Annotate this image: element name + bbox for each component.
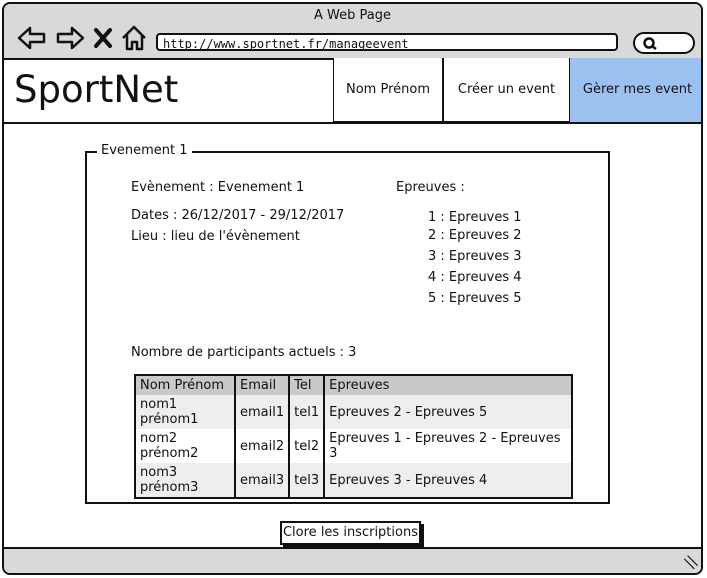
participants-count: Nombre de participants actuels : 3: [131, 345, 357, 360]
close-registrations-button[interactable]: Clore les inscriptions: [280, 521, 421, 545]
column-header: Nom Prénom: [135, 375, 236, 395]
nav-user[interactable]: Nom Prénom: [333, 58, 443, 122]
table-header-row: Nom Prénom Email Tel Epreuves: [135, 375, 573, 395]
table-cell: tel1: [289, 395, 326, 429]
resize-handle-icon[interactable]: ||: [681, 553, 699, 571]
search-box[interactable]: [633, 32, 695, 54]
browser-window: A Web Page http://www.sportnet.fr/manage…: [2, 2, 703, 575]
table-row: nom2 prénom2 email2 tel2 Epreuves 1 - Ep…: [135, 429, 573, 463]
url-bar[interactable]: http://www.sportnet.fr/manageevent: [156, 33, 618, 51]
epreuves-title: Epreuves :: [396, 180, 465, 195]
table-cell: nom3 prénom3: [135, 463, 236, 498]
search-icon: [643, 37, 657, 50]
table-cell: nom1 prénom1: [135, 395, 236, 429]
epreuve-item: 4 : Epreuves 4: [428, 270, 522, 285]
table-cell: Epreuves 1 - Epreuves 2 - Epreuves 3: [324, 429, 573, 463]
table-cell: email3: [235, 463, 291, 498]
table-cell: nom2 prénom2: [135, 429, 236, 463]
table-cell: Epreuves 3 - Epreuves 4: [324, 463, 573, 498]
participants-table: Nom Prénom Email Tel Epreuves nom1 préno…: [134, 374, 574, 499]
back-icon[interactable]: [16, 24, 48, 52]
column-header: Epreuves: [324, 375, 573, 395]
event-legend: Evenement 1: [97, 143, 192, 158]
table-cell: email1: [235, 395, 291, 429]
close-icon[interactable]: [92, 24, 114, 52]
home-icon[interactable]: [120, 24, 148, 52]
table-cell: Epreuves 2 - Epreuves 5: [324, 395, 573, 429]
table-row: nom1 prénom1 email1 tel1 Epreuves 2 - Ep…: [135, 395, 573, 429]
epreuve-item: 1 : Epreuves 1: [428, 210, 522, 225]
event-location: Lieu : lieu de l'évènement: [131, 229, 300, 244]
nav-create-event[interactable]: Créer un event: [443, 58, 570, 122]
forward-icon[interactable]: [54, 24, 86, 52]
nav-manage-events[interactable]: Gèrer mes event: [570, 58, 701, 122]
table-cell: email2: [235, 429, 291, 463]
epreuve-item: 5 : Epreuves 5: [428, 291, 522, 306]
event-name: Evènement : Evenement 1: [131, 180, 305, 195]
window-title: A Web Page: [314, 8, 391, 23]
status-bar: ||: [4, 547, 701, 573]
browser-titlebar: A Web Page http://www.sportnet.fr/manage…: [4, 4, 701, 60]
table-cell: tel2: [289, 429, 326, 463]
event-dates: Dates : 26/12/2017 - 29/12/2017: [131, 208, 345, 223]
epreuve-item: 2 : Epreuves 2: [428, 228, 522, 243]
table-cell: tel3: [289, 463, 326, 498]
epreuve-item: 3 : Epreuves 3: [428, 249, 522, 264]
site-logo: SportNet: [14, 68, 179, 111]
column-header: Tel: [289, 375, 326, 395]
column-header: Email: [235, 375, 291, 395]
table-row: nom3 prénom3 email3 tel3 Epreuves 3 - Ep…: [135, 463, 573, 498]
